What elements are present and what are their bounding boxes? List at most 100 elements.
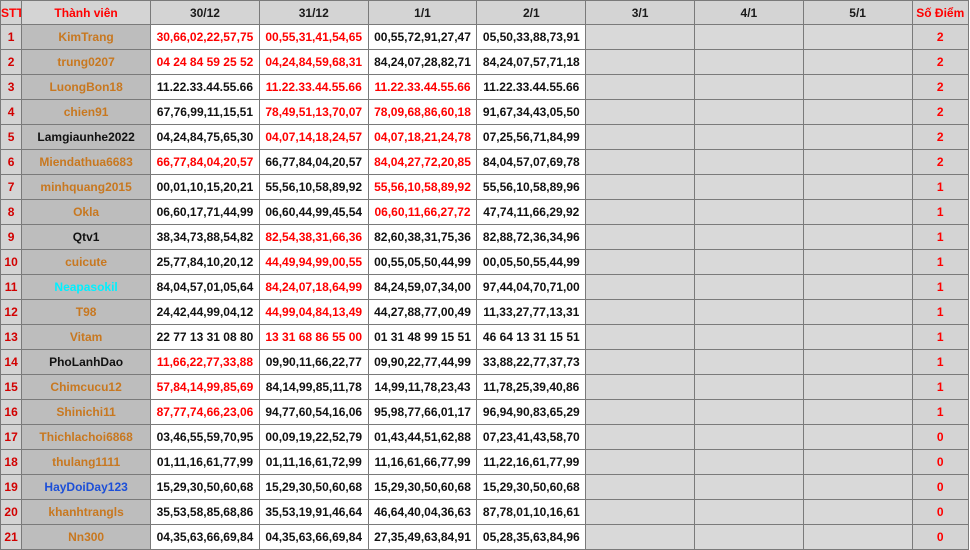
table-row: 7 minhquang2015 00,01,10,15,20,21 55,56,10,… xyxy=(0,174,970,200)
score-cell: 0 xyxy=(911,474,970,500)
empty-prediction-cell xyxy=(693,174,804,200)
prediction-cell: 84,24,59,07,34,00 xyxy=(367,274,478,300)
prediction-cell: 00,05,50,55,44,99 xyxy=(476,249,587,275)
row-number: 2 xyxy=(0,49,23,75)
member-name: cuicute xyxy=(21,249,152,275)
prediction-cell: 57,84,14,99,85,69 xyxy=(150,374,260,400)
table-row: 14 PhoLanhDao 11,66,22,77,33,88 09,90,11,66… xyxy=(0,349,970,375)
member-name: LuongBon18 xyxy=(21,74,152,100)
table-row: 20 khanhtrangls 35,53,58,85,68,86 35,53,19,… xyxy=(0,499,970,525)
empty-prediction-cell xyxy=(802,249,913,275)
prediction-cell: 78,09,68,86,60,18 xyxy=(367,99,478,125)
empty-prediction-cell xyxy=(585,249,695,275)
empty-prediction-cell xyxy=(585,349,695,375)
table-row: 16 Shinichi11 87,77,74,66,23,06 94,77,60,54… xyxy=(0,399,970,425)
prediction-cell: 25,77,84,10,20,12 xyxy=(150,249,260,275)
prediction-cell: 05,50,33,88,73,91 xyxy=(476,24,587,50)
score-cell: 2 xyxy=(911,24,970,50)
prediction-cell: 04,35,63,66,69,84 xyxy=(150,524,260,550)
prediction-cell: 82,60,38,31,75,36 xyxy=(367,224,478,250)
empty-prediction-cell xyxy=(693,374,804,400)
member-name: Qtv1 xyxy=(21,224,152,250)
member-name: Miendathua6683 xyxy=(21,149,152,175)
empty-prediction-cell xyxy=(585,149,695,175)
empty-prediction-cell xyxy=(802,274,913,300)
score-cell: 0 xyxy=(911,524,970,550)
row-number: 4 xyxy=(0,99,23,125)
table-row: 1 KimTrang 30,66,02,22,57,75 00,55,31,41,54… xyxy=(0,24,970,50)
score-cell: 2 xyxy=(911,124,970,150)
empty-prediction-cell xyxy=(693,499,804,525)
score-cell: 1 xyxy=(911,299,970,325)
column-header-day: 1/1 xyxy=(367,0,478,25)
table-row: 19 HayDoiDay123 15,29,30,50,60,68 15,29,30,… xyxy=(0,474,970,500)
empty-prediction-cell xyxy=(802,349,913,375)
row-number: 21 xyxy=(0,524,23,550)
member-name: Nn300 xyxy=(21,524,152,550)
prediction-cell: 03,46,55,59,70,95 xyxy=(150,424,260,450)
empty-prediction-cell xyxy=(802,124,913,150)
score-cell: 1 xyxy=(911,224,970,250)
prediction-cell: 00,09,19,22,52,79 xyxy=(258,424,369,450)
empty-prediction-cell xyxy=(802,524,913,550)
empty-prediction-cell xyxy=(585,524,695,550)
table-row: 12 T98 24,42,44,99,04,12 44,99,04,84,13,49 4… xyxy=(0,299,970,325)
prediction-cell: 84,24,07,28,82,71 xyxy=(367,49,478,75)
score-cell: 0 xyxy=(911,449,970,475)
prediction-cell: 94,77,60,54,16,06 xyxy=(258,399,369,425)
column-header-day: 3/1 xyxy=(585,0,695,25)
prediction-cell: 00,55,72,91,27,47 xyxy=(367,24,478,50)
column-header-day: 30/12 xyxy=(150,0,260,25)
member-name: Neapasokil xyxy=(21,274,152,300)
prediction-cell: 55,56,10,58,89,92 xyxy=(258,174,369,200)
member-name: T98 xyxy=(21,299,152,325)
table-row: 10 cuicute 25,77,84,10,20,12 44,49,94,99,00… xyxy=(0,249,970,275)
prediction-cell: 11.22.33.44.55.66 xyxy=(150,74,260,100)
prediction-cell: 66,77,84,04,20,57 xyxy=(150,149,260,175)
prediction-cell: 55,56,10,58,89,92 xyxy=(367,174,478,200)
score-cell: 1 xyxy=(911,349,970,375)
empty-prediction-cell xyxy=(693,199,804,225)
score-cell: 2 xyxy=(911,49,970,75)
empty-prediction-cell xyxy=(585,74,695,100)
prediction-cell: 06,60,11,66,27,72 xyxy=(367,199,478,225)
prediction-cell: 44,27,88,77,00,49 xyxy=(367,299,478,325)
empty-prediction-cell xyxy=(693,349,804,375)
empty-prediction-cell xyxy=(585,224,695,250)
prediction-cell: 11,33,27,77,13,31 xyxy=(476,299,587,325)
empty-prediction-cell xyxy=(802,74,913,100)
column-header-day: 5/1 xyxy=(802,0,913,25)
prediction-cell: 84,24,07,18,64,99 xyxy=(258,274,369,300)
table-row: 21 Nn300 04,35,63,66,69,84 04,35,63,66,69,8… xyxy=(0,524,970,550)
empty-prediction-cell xyxy=(585,274,695,300)
prediction-cell: 14,99,11,78,23,43 xyxy=(367,374,478,400)
empty-prediction-cell xyxy=(693,149,804,175)
member-name: Lamgiaunhe2022 xyxy=(21,124,152,150)
score-cell: 1 xyxy=(911,174,970,200)
row-number: 11 xyxy=(0,274,23,300)
prediction-cell: 04,35,63,66,69,84 xyxy=(258,524,369,550)
empty-prediction-cell xyxy=(693,49,804,75)
empty-prediction-cell xyxy=(693,224,804,250)
empty-prediction-cell xyxy=(585,24,695,50)
table-row: 18 thulang1111 01,11,16,61,77,99 01,11,16,6… xyxy=(0,449,970,475)
prediction-cell: 44,49,94,99,00,55 xyxy=(258,249,369,275)
column-header-score: Số Điểm xyxy=(911,0,970,25)
header-row: STT Thành viên 30/12 31/12 1/1 2/1 3/1 4… xyxy=(0,0,970,25)
empty-prediction-cell xyxy=(802,474,913,500)
column-header-day: 31/12 xyxy=(258,0,369,25)
prediction-cell: 06,60,17,71,44,99 xyxy=(150,199,260,225)
member-name: Shinichi11 xyxy=(21,399,152,425)
empty-prediction-cell xyxy=(802,199,913,225)
row-number: 6 xyxy=(0,149,23,175)
row-number: 10 xyxy=(0,249,23,275)
prediction-cell: 11,78,25,39,40,86 xyxy=(476,374,587,400)
row-number: 1 xyxy=(0,24,23,50)
prediction-cell: 44,99,04,84,13,49 xyxy=(258,299,369,325)
empty-prediction-cell xyxy=(802,49,913,75)
score-cell: 2 xyxy=(911,99,970,125)
prediction-cell: 01,11,16,61,77,99 xyxy=(150,449,260,475)
empty-prediction-cell xyxy=(585,324,695,350)
prediction-cell: 87,77,74,66,23,06 xyxy=(150,399,260,425)
score-cell: 2 xyxy=(911,74,970,100)
